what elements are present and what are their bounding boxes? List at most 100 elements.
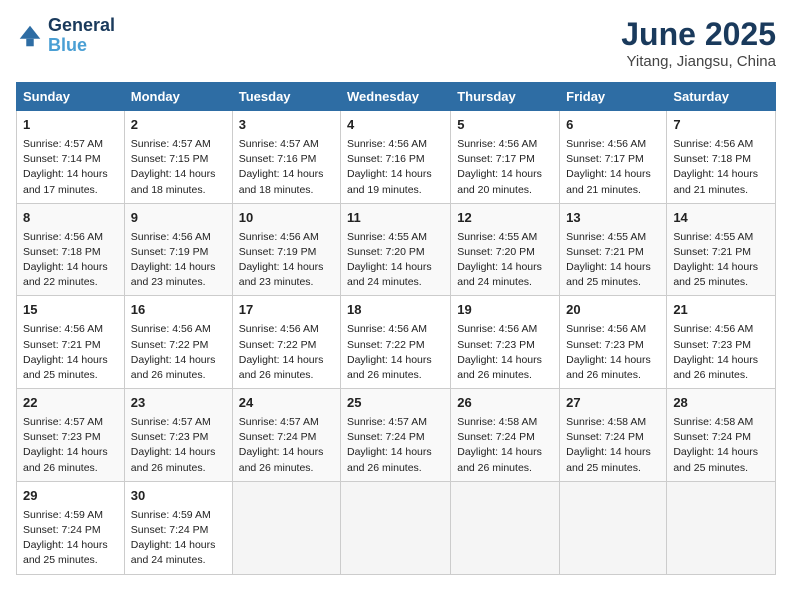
day-number: 4: [347, 116, 444, 135]
sunrise-label: Sunrise: 4:56 AM: [347, 323, 427, 335]
daylight-label: Daylight: 14 hours and 25 minutes.: [566, 446, 651, 473]
daylight-label: Daylight: 14 hours and 24 minutes.: [347, 261, 432, 288]
col-friday: Friday: [560, 83, 667, 111]
daylight-label: Daylight: 14 hours and 22 minutes.: [23, 261, 108, 288]
sunrise-label: Sunrise: 4:55 AM: [347, 231, 427, 243]
sunset-label: Sunset: 7:23 PM: [131, 431, 209, 443]
header-row: Sunday Monday Tuesday Wednesday Thursday…: [17, 83, 776, 111]
day-number: 19: [457, 301, 553, 320]
calendar-cell-14: 14 Sunrise: 4:55 AM Sunset: 7:21 PM Dayl…: [667, 203, 776, 296]
sunset-label: Sunset: 7:20 PM: [347, 246, 425, 258]
day-number: 6: [566, 116, 660, 135]
sunset-label: Sunset: 7:22 PM: [131, 339, 209, 351]
empty-cell: [667, 481, 776, 574]
calendar-cell-20: 20 Sunrise: 4:56 AM Sunset: 7:23 PM Dayl…: [560, 296, 667, 389]
sunset-label: Sunset: 7:23 PM: [23, 431, 101, 443]
day-number: 1: [23, 116, 118, 135]
calendar-cell-21: 21 Sunrise: 4:56 AM Sunset: 7:23 PM Dayl…: [667, 296, 776, 389]
sunset-label: Sunset: 7:21 PM: [23, 339, 101, 351]
calendar-cell-19: 19 Sunrise: 4:56 AM Sunset: 7:23 PM Dayl…: [451, 296, 560, 389]
calendar-cell-26: 26 Sunrise: 4:58 AM Sunset: 7:24 PM Dayl…: [451, 389, 560, 482]
daylight-label: Daylight: 14 hours and 19 minutes.: [347, 168, 432, 195]
daylight-label: Daylight: 14 hours and 24 minutes.: [457, 261, 542, 288]
daylight-label: Daylight: 14 hours and 26 minutes.: [239, 354, 324, 381]
sunrise-label: Sunrise: 4:59 AM: [23, 509, 103, 521]
sunset-label: Sunset: 7:24 PM: [239, 431, 317, 443]
daylight-label: Daylight: 14 hours and 25 minutes.: [566, 261, 651, 288]
day-number: 9: [131, 209, 226, 228]
col-sunday: Sunday: [17, 83, 125, 111]
sunset-label: Sunset: 7:18 PM: [23, 246, 101, 258]
calendar-cell-25: 25 Sunrise: 4:57 AM Sunset: 7:24 PM Dayl…: [341, 389, 451, 482]
day-number: 7: [673, 116, 769, 135]
sunrise-label: Sunrise: 4:57 AM: [239, 138, 319, 150]
sunrise-label: Sunrise: 4:56 AM: [131, 323, 211, 335]
sunrise-label: Sunrise: 4:57 AM: [131, 416, 211, 428]
sunrise-label: Sunrise: 4:57 AM: [23, 416, 103, 428]
calendar-cell-7: 7 Sunrise: 4:56 AM Sunset: 7:18 PM Dayli…: [667, 111, 776, 204]
day-number: 30: [131, 487, 226, 506]
sunset-label: Sunset: 7:24 PM: [347, 431, 425, 443]
daylight-label: Daylight: 14 hours and 18 minutes.: [131, 168, 216, 195]
calendar-cell-27: 27 Sunrise: 4:58 AM Sunset: 7:24 PM Dayl…: [560, 389, 667, 482]
sunrise-label: Sunrise: 4:56 AM: [131, 231, 211, 243]
week-row-2: 8 Sunrise: 4:56 AM Sunset: 7:18 PM Dayli…: [17, 203, 776, 296]
sunrise-label: Sunrise: 4:56 AM: [673, 323, 753, 335]
day-number: 10: [239, 209, 334, 228]
sunrise-label: Sunrise: 4:55 AM: [457, 231, 537, 243]
daylight-label: Daylight: 14 hours and 20 minutes.: [457, 168, 542, 195]
calendar-cell-4: 4 Sunrise: 4:56 AM Sunset: 7:16 PM Dayli…: [341, 111, 451, 204]
sunrise-label: Sunrise: 4:56 AM: [239, 231, 319, 243]
col-wednesday: Wednesday: [341, 83, 451, 111]
day-number: 13: [566, 209, 660, 228]
daylight-label: Daylight: 14 hours and 26 minutes.: [23, 446, 108, 473]
sunset-label: Sunset: 7:19 PM: [131, 246, 209, 258]
sunrise-label: Sunrise: 4:56 AM: [457, 138, 537, 150]
sunset-label: Sunset: 7:24 PM: [131, 524, 209, 536]
sunrise-label: Sunrise: 4:58 AM: [566, 416, 646, 428]
daylight-label: Daylight: 14 hours and 17 minutes.: [23, 168, 108, 195]
day-number: 11: [347, 209, 444, 228]
daylight-label: Daylight: 14 hours and 25 minutes.: [673, 261, 758, 288]
sunrise-label: Sunrise: 4:58 AM: [673, 416, 753, 428]
sunrise-label: Sunrise: 4:56 AM: [23, 323, 103, 335]
calendar-cell-29: 29 Sunrise: 4:59 AM Sunset: 7:24 PM Dayl…: [17, 481, 125, 574]
sunset-label: Sunset: 7:20 PM: [457, 246, 535, 258]
sunset-label: Sunset: 7:14 PM: [23, 153, 101, 165]
logo-icon: [16, 22, 44, 50]
daylight-label: Daylight: 14 hours and 18 minutes.: [239, 168, 324, 195]
sunrise-label: Sunrise: 4:55 AM: [566, 231, 646, 243]
calendar-subtitle: Yitang, Jiangsu, China: [621, 53, 776, 70]
sunset-label: Sunset: 7:22 PM: [347, 339, 425, 351]
sunrise-label: Sunrise: 4:56 AM: [239, 323, 319, 335]
empty-cell: [341, 481, 451, 574]
calendar-table: Sunday Monday Tuesday Wednesday Thursday…: [16, 82, 776, 575]
sunset-label: Sunset: 7:16 PM: [239, 153, 317, 165]
sunset-label: Sunset: 7:23 PM: [566, 339, 644, 351]
calendar-cell-5: 5 Sunrise: 4:56 AM Sunset: 7:17 PM Dayli…: [451, 111, 560, 204]
day-number: 18: [347, 301, 444, 320]
calendar-cell-8: 8 Sunrise: 4:56 AM Sunset: 7:18 PM Dayli…: [17, 203, 125, 296]
sunrise-label: Sunrise: 4:57 AM: [239, 416, 319, 428]
sunset-label: Sunset: 7:15 PM: [131, 153, 209, 165]
daylight-label: Daylight: 14 hours and 26 minutes.: [566, 354, 651, 381]
col-tuesday: Tuesday: [232, 83, 340, 111]
day-number: 26: [457, 394, 553, 413]
sunrise-label: Sunrise: 4:55 AM: [673, 231, 753, 243]
sunset-label: Sunset: 7:21 PM: [673, 246, 751, 258]
sunset-label: Sunset: 7:19 PM: [239, 246, 317, 258]
sunrise-label: Sunrise: 4:56 AM: [457, 323, 537, 335]
calendar-title: June 2025: [621, 16, 776, 53]
daylight-label: Daylight: 14 hours and 26 minutes.: [131, 446, 216, 473]
day-number: 17: [239, 301, 334, 320]
empty-cell: [560, 481, 667, 574]
col-monday: Monday: [124, 83, 232, 111]
daylight-label: Daylight: 14 hours and 23 minutes.: [131, 261, 216, 288]
sunset-label: Sunset: 7:22 PM: [239, 339, 317, 351]
day-number: 8: [23, 209, 118, 228]
calendar-cell-22: 22 Sunrise: 4:57 AM Sunset: 7:23 PM Dayl…: [17, 389, 125, 482]
logo-text: General Blue: [48, 16, 115, 56]
col-thursday: Thursday: [451, 83, 560, 111]
sunrise-label: Sunrise: 4:56 AM: [347, 138, 427, 150]
day-number: 12: [457, 209, 553, 228]
